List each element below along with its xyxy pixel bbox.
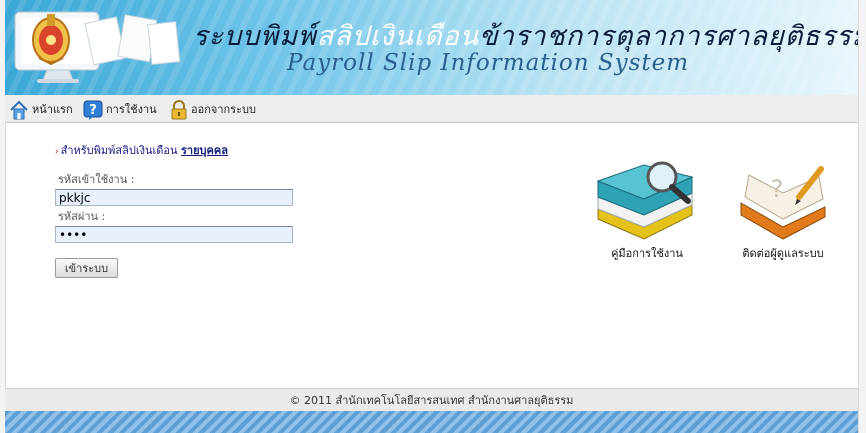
papers-illustration xyxy=(84,14,181,66)
contact-label: ติดต่อผู้ดูแลระบบ xyxy=(742,247,824,260)
court-emblem-logo xyxy=(32,14,70,66)
nav-home-label: หน้าแรก xyxy=(32,103,73,116)
username-input[interactable] xyxy=(55,189,293,206)
nav-logout-link[interactable]: ออกจากระบบ xyxy=(170,98,256,120)
svg-text:?: ? xyxy=(771,175,784,203)
lock-icon xyxy=(171,100,187,120)
login-button[interactable]: เข้าระบบ xyxy=(55,258,118,278)
home-icon xyxy=(10,100,28,120)
username-label: รหัสเข้าใช้งาน : xyxy=(58,173,135,186)
password-input[interactable] xyxy=(55,226,293,243)
contact-notebook-icon: ? xyxy=(740,166,826,240)
password-label: รหัสผ่าน : xyxy=(58,210,106,223)
nav-home-link[interactable]: หน้าแรก xyxy=(9,98,73,120)
individual-link[interactable]: รายบุคคล xyxy=(181,144,228,157)
nav-logout-label: ออกจากระบบ xyxy=(191,103,256,116)
bullet-arrow-icon: › xyxy=(55,147,59,157)
nav-help-link[interactable]: ? การใช้งาน xyxy=(83,98,157,120)
app-title-english: Payroll Slip Information System xyxy=(287,50,690,76)
window-right-edge xyxy=(858,0,866,433)
footer-pattern-band xyxy=(5,411,858,433)
user-manual-shortcut[interactable]: คู่มือการใช้งาน xyxy=(592,157,702,262)
help-icon: ? xyxy=(83,100,103,120)
contact-admin-shortcut[interactable]: ? ติดต่อผู้ดูแลระบบ xyxy=(737,163,829,262)
login-form: › สำหรับพิมพ์สลิปเงินเดือน รายบุคคล รหัสเ… xyxy=(55,141,315,278)
footer: © 2011 สำนักเทคโนโลยีสารสนเทศ สำนักงานศา… xyxy=(5,388,858,412)
svg-text:?: ? xyxy=(89,103,97,118)
manual-label: คู่มือการใช้งาน xyxy=(611,247,683,260)
manual-book-icon xyxy=(596,161,694,240)
login-intro: › สำหรับพิมพ์สลิปเงินเดือน รายบุคคล xyxy=(55,141,315,159)
header-banner: ระบบพิมพ์สลิปเงินเดือนข้าราชการตุลาการศา… xyxy=(5,0,858,95)
top-navigation: หน้าแรก ? การใช้งาน ออกจากระบบ xyxy=(5,95,858,123)
intro-text: สำหรับพิมพ์สลิปเงินเดือน xyxy=(60,144,178,157)
nav-help-label: การใช้งาน xyxy=(106,103,157,116)
